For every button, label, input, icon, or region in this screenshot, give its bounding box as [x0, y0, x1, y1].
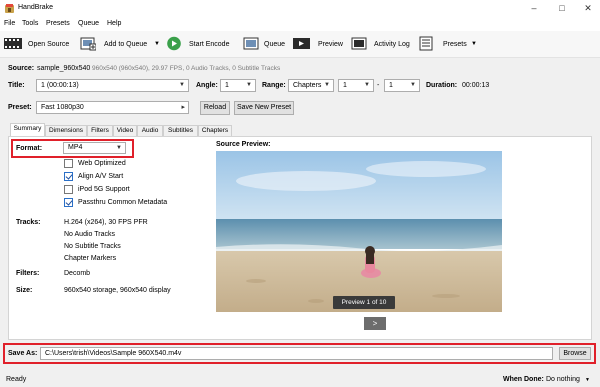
- range-type-select[interactable]: Chapters ▼: [288, 79, 334, 92]
- range-label: Range:: [262, 82, 286, 89]
- title-bar: [0, 0, 600, 17]
- add-to-queue-chevron-icon[interactable]: ▼: [154, 41, 160, 47]
- presets-button[interactable]: Presets: [443, 41, 467, 48]
- add-to-queue-icon[interactable]: [80, 36, 96, 51]
- preview-film-icon[interactable]: [293, 36, 310, 51]
- format-select[interactable]: MP4 ▼: [63, 142, 126, 154]
- title-select-value: 1 (00:00:13): [41, 82, 79, 89]
- track-subtitle: No Subtitle Tracks: [64, 243, 121, 250]
- preview-button[interactable]: Preview: [318, 41, 343, 48]
- open-source-button[interactable]: Open Source: [28, 41, 69, 48]
- angle-select-value: 1: [225, 82, 229, 89]
- save-as-path-value: C:\Users\trish\Videos\Sample 960X540.m4v: [45, 350, 182, 357]
- queue-button[interactable]: Queue: [264, 41, 285, 48]
- minimize-button[interactable]: –: [524, 2, 544, 15]
- save-new-preset-button[interactable]: Save New Preset: [234, 101, 294, 115]
- range-start-value: 1: [343, 82, 347, 89]
- ipod-5g-support-checkbox[interactable]: [64, 185, 73, 194]
- track-chapters: Chapter Markers: [64, 255, 117, 262]
- source-preview-label: Source Preview:: [216, 141, 271, 148]
- angle-chevron-icon: ▼: [246, 82, 252, 88]
- web-optimized-label: Web Optimized: [78, 160, 126, 167]
- when-done-label: When Done:: [503, 376, 544, 383]
- source-label: Source:: [8, 65, 35, 72]
- maximize-button[interactable]: □: [552, 2, 572, 15]
- range-separator: -: [377, 82, 380, 89]
- when-done-chevron-icon[interactable]: ▼: [585, 377, 590, 383]
- source-preview-image: [216, 151, 502, 312]
- activity-log-button[interactable]: Activity Log: [374, 41, 410, 48]
- source-details: 960x540 (960x540), 29.97 FPS, 0 Audio Tr…: [92, 65, 281, 72]
- handbrake-window: HandBrake – □ ✕ File Tools Presets Queue…: [0, 0, 600, 387]
- tab-dimensions[interactable]: Dimensions: [45, 125, 87, 136]
- tab-filters[interactable]: Filters: [87, 125, 113, 136]
- film-strip-icon[interactable]: [4, 36, 22, 51]
- format-chevron-icon: ▼: [116, 145, 122, 151]
- format-select-value: MP4: [68, 144, 83, 151]
- preset-label: Preset:: [8, 104, 32, 111]
- range-end-value: 1: [389, 82, 393, 89]
- title-chevron-icon: ▼: [179, 82, 185, 88]
- preview-counter: Preview 1 of 10: [333, 296, 395, 309]
- angle-label: Angle:: [196, 82, 218, 89]
- menu-help[interactable]: Help: [107, 20, 121, 27]
- save-as-path-input[interactable]: C:\Users\trish\Videos\Sample 960X540.m4v: [40, 347, 553, 360]
- activity-log-icon[interactable]: [351, 36, 367, 51]
- handbrake-logo-icon: [5, 4, 14, 13]
- title-select[interactable]: 1 (00:00:13) ▼: [36, 79, 189, 92]
- tab-video[interactable]: Video: [113, 125, 137, 136]
- preset-select[interactable]: Fast 1080p30 ▸: [36, 101, 189, 114]
- tab-subtitles[interactable]: Subtitles: [163, 125, 198, 136]
- tab-chapters[interactable]: Chapters: [198, 125, 232, 136]
- size-label: Size:: [16, 287, 33, 294]
- passthru-metadata-checkbox[interactable]: [64, 198, 73, 207]
- tracks-label: Tracks:: [16, 219, 41, 226]
- preset-arrow-icon: ▸: [181, 104, 185, 111]
- start-encode-button[interactable]: Start Encode: [189, 41, 229, 48]
- presets-chevron-icon[interactable]: ▼: [471, 41, 477, 47]
- format-label: Format:: [16, 145, 43, 152]
- range-start-select[interactable]: 1 ▼: [338, 79, 374, 92]
- angle-select[interactable]: 1 ▼: [220, 79, 256, 92]
- source-name: sample_960x540: [37, 65, 91, 72]
- add-to-queue-button[interactable]: Add to Queue: [104, 41, 147, 48]
- menu-tools[interactable]: Tools: [22, 20, 38, 27]
- preset-select-value: Fast 1080p30: [41, 104, 84, 111]
- browse-button[interactable]: Browse: [559, 347, 591, 360]
- close-button[interactable]: ✕: [578, 2, 598, 15]
- menu-presets[interactable]: Presets: [46, 20, 70, 27]
- range-type-chevron-icon: ▼: [324, 82, 330, 88]
- web-optimized-checkbox[interactable]: [64, 159, 73, 168]
- queue-icon[interactable]: [243, 36, 259, 51]
- passthru-metadata-label: Passthru Common Metadata: [78, 199, 168, 206]
- duration-label: Duration:: [426, 82, 458, 89]
- tab-summary[interactable]: Summary: [10, 123, 45, 137]
- window-title: HandBrake: [18, 4, 54, 11]
- range-start-chevron-icon: ▼: [364, 82, 370, 88]
- ipod-5g-support-label: iPod 5G Support: [78, 186, 130, 193]
- title-label: Title:: [8, 82, 25, 89]
- range-end-select[interactable]: 1 ▼: [384, 79, 420, 92]
- align-av-start-checkbox[interactable]: [64, 172, 73, 181]
- status-ready: Ready: [6, 376, 27, 383]
- filters-value: Decomb: [64, 270, 91, 277]
- range-end-chevron-icon: ▼: [410, 82, 416, 88]
- range-type-value: Chapters: [293, 82, 322, 89]
- when-done-value[interactable]: Do nothing: [546, 376, 580, 383]
- presets-icon[interactable]: [418, 36, 434, 51]
- duration-value: 00:00:13: [462, 82, 490, 89]
- reload-button[interactable]: Reload: [200, 101, 230, 115]
- play-icon[interactable]: [166, 36, 182, 51]
- track-video: H.264 (x264), 30 FPS PFR: [64, 219, 148, 226]
- tab-audio[interactable]: Audio: [137, 125, 163, 136]
- filters-label: Filters:: [16, 270, 40, 277]
- menu-file[interactable]: File: [4, 20, 15, 27]
- next-preview-button[interactable]: >: [364, 317, 386, 330]
- menu-queue[interactable]: Queue: [78, 20, 99, 27]
- save-as-label: Save As:: [8, 350, 38, 357]
- align-av-start-label: Align A/V Start: [78, 173, 124, 180]
- track-audio: No Audio Tracks: [64, 231, 115, 238]
- size-value: 960x540 storage, 960x540 display: [64, 287, 171, 294]
